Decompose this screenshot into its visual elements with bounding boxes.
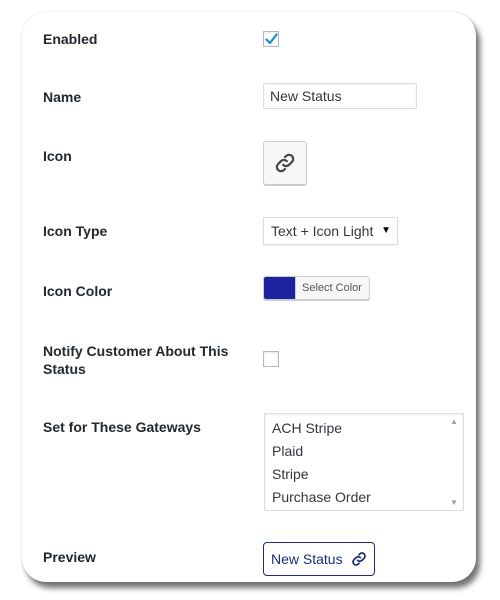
link-icon (275, 153, 295, 173)
preview-text: New Status (271, 551, 343, 567)
name-label: Name (43, 89, 82, 105)
scroll-up-icon[interactable]: ▲ (450, 417, 458, 426)
notify-checkbox[interactable] (263, 351, 279, 367)
name-input[interactable] (263, 83, 417, 109)
enabled-checkbox[interactable] (263, 31, 279, 47)
gateways-listbox[interactable]: ACH Stripe Plaid Stripe Purchase Order ▲ ▼ (264, 413, 464, 511)
icon-label: Icon (43, 148, 72, 164)
status-preview-badge: New Status (263, 542, 375, 576)
gateway-option[interactable]: ACH Stripe (265, 417, 371, 440)
checkmark-icon (264, 33, 278, 45)
listbox-scrollbar[interactable]: ▲ ▼ (447, 414, 463, 510)
icon-type-label: Icon Type (43, 223, 108, 239)
gateway-option[interactable]: Stripe (265, 463, 371, 486)
icon-type-select[interactable]: Text + Icon Light ▼ (263, 217, 398, 245)
icon-color-label: Icon Color (43, 283, 113, 299)
select-color-label: Select Color (302, 282, 362, 294)
scroll-down-icon[interactable]: ▼ (450, 498, 458, 507)
notify-label: Notify Customer About This Status (43, 343, 229, 377)
status-settings-card: Enabled Name Icon Icon Type Text + Icon … (22, 12, 476, 582)
preview-label: Preview (43, 549, 96, 565)
icon-picker-button[interactable] (263, 141, 307, 185)
link-icon (351, 552, 366, 566)
icon-type-selected: Text + Icon Light (271, 223, 374, 239)
gateway-option[interactable]: Plaid (265, 440, 371, 463)
dropdown-arrow-icon: ▼ (381, 225, 391, 236)
enabled-label: Enabled (43, 31, 98, 47)
color-swatch (264, 277, 296, 299)
gateways-label: Set for These Gateways (43, 419, 201, 435)
gateways-options: ACH Stripe Plaid Stripe Purchase Order (265, 417, 371, 509)
color-picker-button[interactable]: Select Color (263, 276, 370, 300)
gateway-option[interactable]: Purchase Order (265, 486, 371, 509)
